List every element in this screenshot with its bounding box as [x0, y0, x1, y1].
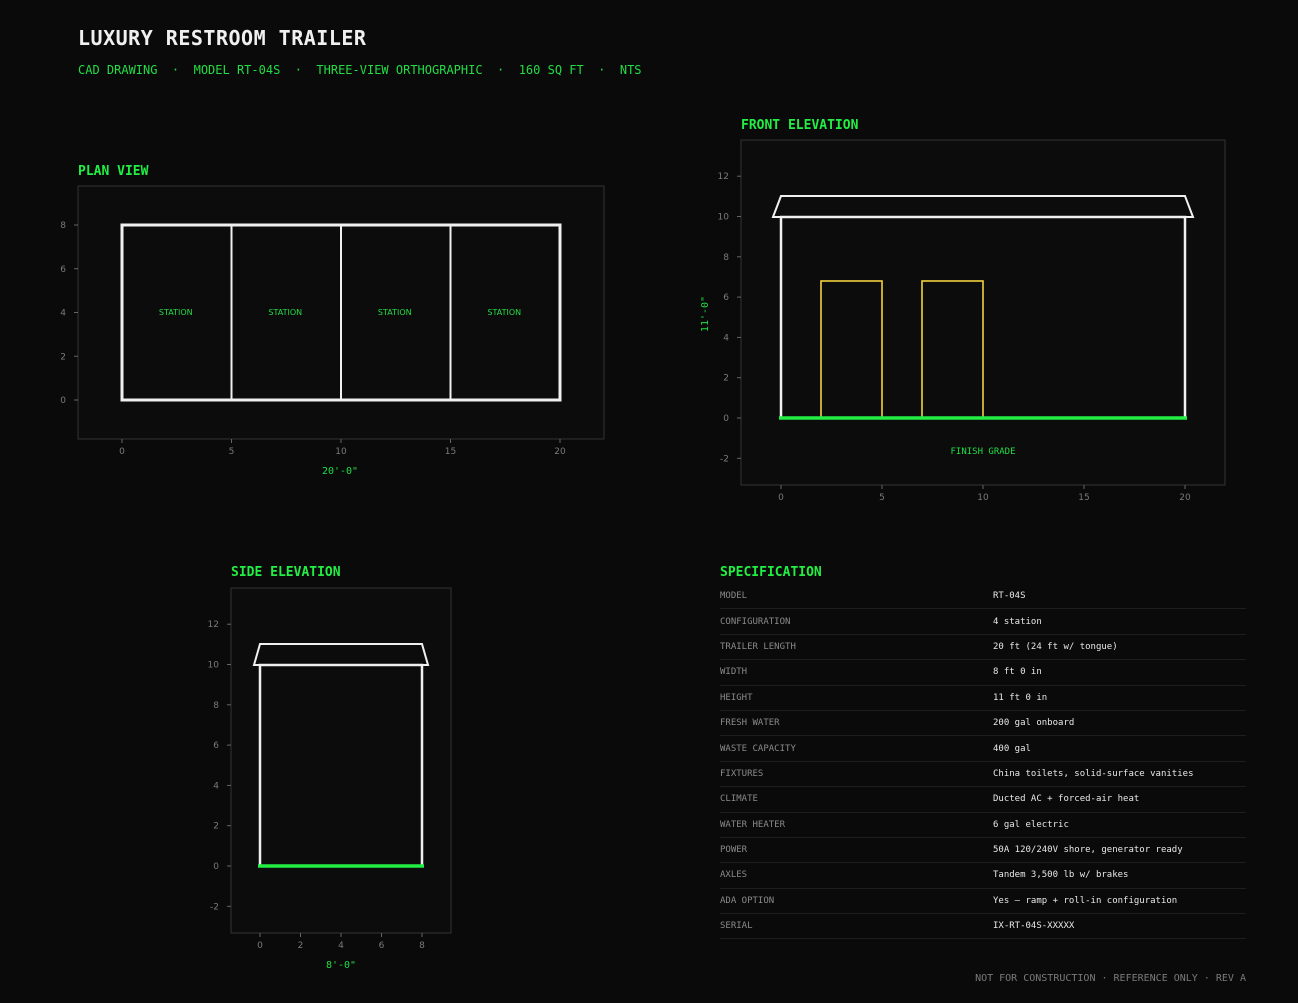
front-y-tick-label: 4 — [723, 333, 729, 343]
spec-value: RT-04S — [993, 591, 1026, 602]
footer-note: NOT FOR CONSTRUCTION · REFERENCE ONLY · … — [975, 973, 1246, 984]
front-y-tick-label: 10 — [718, 213, 730, 223]
spec-value: Tandem 3,500 lb w/ brakes — [993, 870, 1129, 881]
finish-grade-label: FINISH GRADE — [950, 447, 1015, 457]
front-x-tick-label: 10 — [977, 493, 989, 503]
side-width-dimension: 8'-0" — [326, 960, 356, 971]
spec-row: CONFIGURATION 4 station — [720, 609, 1246, 635]
side-y-tick-label: 8 — [213, 701, 219, 711]
front-y-tick-label: 0 — [723, 414, 729, 424]
plan-y-tick-label: 6 — [60, 265, 66, 275]
spec-row: POWER 50A 120/240V shore, generator ready — [720, 838, 1246, 864]
front-elevation: 0 5 10 15 20 -2 0 2 4 6 8 10 12 FINISH GRADE 11'-0" — [700, 139, 1226, 503]
plan-view: 0 5 10 15 20 0 2 4 6 8 STATION STATION STATION STATI… — [60, 185, 605, 477]
plan-x-tick-label: 15 — [445, 447, 456, 457]
spec-value: China toilets, solid-surface vanities — [993, 768, 1194, 779]
front-x-tick-label: 5 — [879, 493, 885, 503]
side-x-tick-label: 8 — [419, 941, 425, 951]
station-label: STATION — [159, 308, 193, 317]
spec-row: FRESH WATER 200 gal onboard — [720, 711, 1246, 737]
plan-length-dimension: 20'-0" — [322, 466, 358, 477]
spec-row: SERIAL IX-RT-04S-XXXXX — [720, 914, 1246, 940]
plan-y-tick-label: 2 — [60, 352, 66, 362]
side-x-tick-label: 6 — [379, 941, 385, 951]
side-y-tick-label: 0 — [213, 862, 219, 872]
plan-x-tick-label: 5 — [229, 447, 235, 457]
spec-key: AXLES — [720, 870, 748, 881]
spec-value: 20 ft (24 ft w/ tongue) — [993, 641, 1118, 652]
specification-table: MODEL RT-04S CONFIGURATION 4 station TRAILER… — [720, 584, 1246, 940]
side-elevation: 0 2 4 6 8 -2 0 2 4 6 8 10 12 8'-0" — [208, 587, 452, 971]
front-y-tick-label: 2 — [723, 374, 729, 384]
spec-row: WASTE CAPACITY 400 gal — [720, 736, 1246, 762]
spec-row: WIDTH 8 ft 0 in — [720, 660, 1246, 686]
spec-key: FRESH WATER — [720, 718, 780, 729]
station-label: STATION — [487, 308, 521, 317]
spec-key: FIXTURES — [720, 768, 764, 779]
front-x-tick-label: 20 — [1179, 493, 1191, 503]
station-label: STATION — [378, 308, 412, 317]
spec-row: CLIMATE Ducted AC + forced-air heat — [720, 787, 1246, 813]
side-y-tick-label: 6 — [213, 741, 219, 751]
plan-y-tick-label: 0 — [60, 396, 66, 406]
spec-key: CONFIGURATION — [720, 616, 791, 627]
plan-y-tick-label: 8 — [60, 221, 66, 231]
spec-value: 11 ft 0 in — [993, 692, 1048, 703]
spec-key: CLIMATE — [720, 794, 758, 805]
front-height-dimension: 11'-0" — [700, 296, 711, 332]
side-x-tick-label: 2 — [298, 941, 304, 951]
side-y-tick-label: 2 — [213, 822, 219, 832]
spec-row: FIXTURES China toilets, solid-surface van… — [720, 762, 1246, 788]
spec-value: Yes — ramp + roll-in configuration — [993, 895, 1178, 906]
spec-value: 200 gal onboard — [993, 718, 1075, 729]
spec-value: Ducted AC + forced-air heat — [993, 794, 1140, 805]
side-y-tick-label: -2 — [210, 902, 219, 912]
side-elevation-frame — [230, 587, 452, 934]
spec-key: POWER — [720, 845, 748, 856]
plan-x-tick-label: 20 — [554, 447, 566, 457]
spec-key: TRAILER LENGTH — [720, 641, 796, 652]
side-x-tick-label: 4 — [338, 941, 344, 951]
spec-row: HEIGHT 11 ft 0 in — [720, 686, 1246, 711]
spec-row: TRAILER LENGTH 20 ft (24 ft w/ tongue) — [720, 635, 1246, 661]
side-y-tick-label: 10 — [208, 661, 220, 671]
plan-x-tick-label: 10 — [335, 447, 347, 457]
spec-value: 8 ft 0 in — [993, 667, 1042, 678]
front-y-tick-label: 12 — [718, 172, 729, 182]
spec-row: ADA OPTION Yes — ramp + roll-in configura… — [720, 889, 1246, 915]
spec-value: 50A 120/240V shore, generator ready — [993, 845, 1183, 856]
front-x-tick-label: 0 — [778, 493, 784, 503]
plan-y-tick-label: 4 — [60, 309, 66, 319]
spec-key: SERIAL — [720, 921, 753, 932]
front-y-tick-label: 6 — [723, 293, 729, 303]
spec-value: 4 station — [993, 616, 1042, 627]
spec-value: 400 gal — [993, 743, 1031, 754]
spec-key: WATER HEATER — [720, 819, 786, 830]
spec-row: WATER HEATER 6 gal electric — [720, 813, 1246, 838]
plan-x-tick-label: 0 — [119, 447, 125, 457]
station-label: STATION — [268, 308, 302, 317]
side-x-tick-label: 0 — [257, 941, 263, 951]
front-y-tick-label: 8 — [723, 253, 729, 263]
spec-row: MODEL RT-04S — [720, 584, 1246, 610]
spec-key: WASTE CAPACITY — [720, 743, 796, 754]
side-y-tick-label: 4 — [213, 781, 219, 791]
spec-value: IX-RT-04S-XXXXX — [993, 921, 1075, 932]
spec-key: MODEL — [720, 591, 748, 602]
spec-key: HEIGHT — [720, 692, 753, 703]
front-y-tick-label: -2 — [720, 454, 729, 464]
spec-row: AXLES Tandem 3,500 lb w/ brakes — [720, 863, 1246, 889]
spec-value: 6 gal electric — [993, 819, 1069, 830]
side-y-tick-label: 12 — [208, 620, 219, 630]
front-x-tick-label: 15 — [1078, 493, 1089, 503]
spec-key: WIDTH — [720, 667, 748, 678]
spec-key: ADA OPTION — [720, 895, 775, 906]
